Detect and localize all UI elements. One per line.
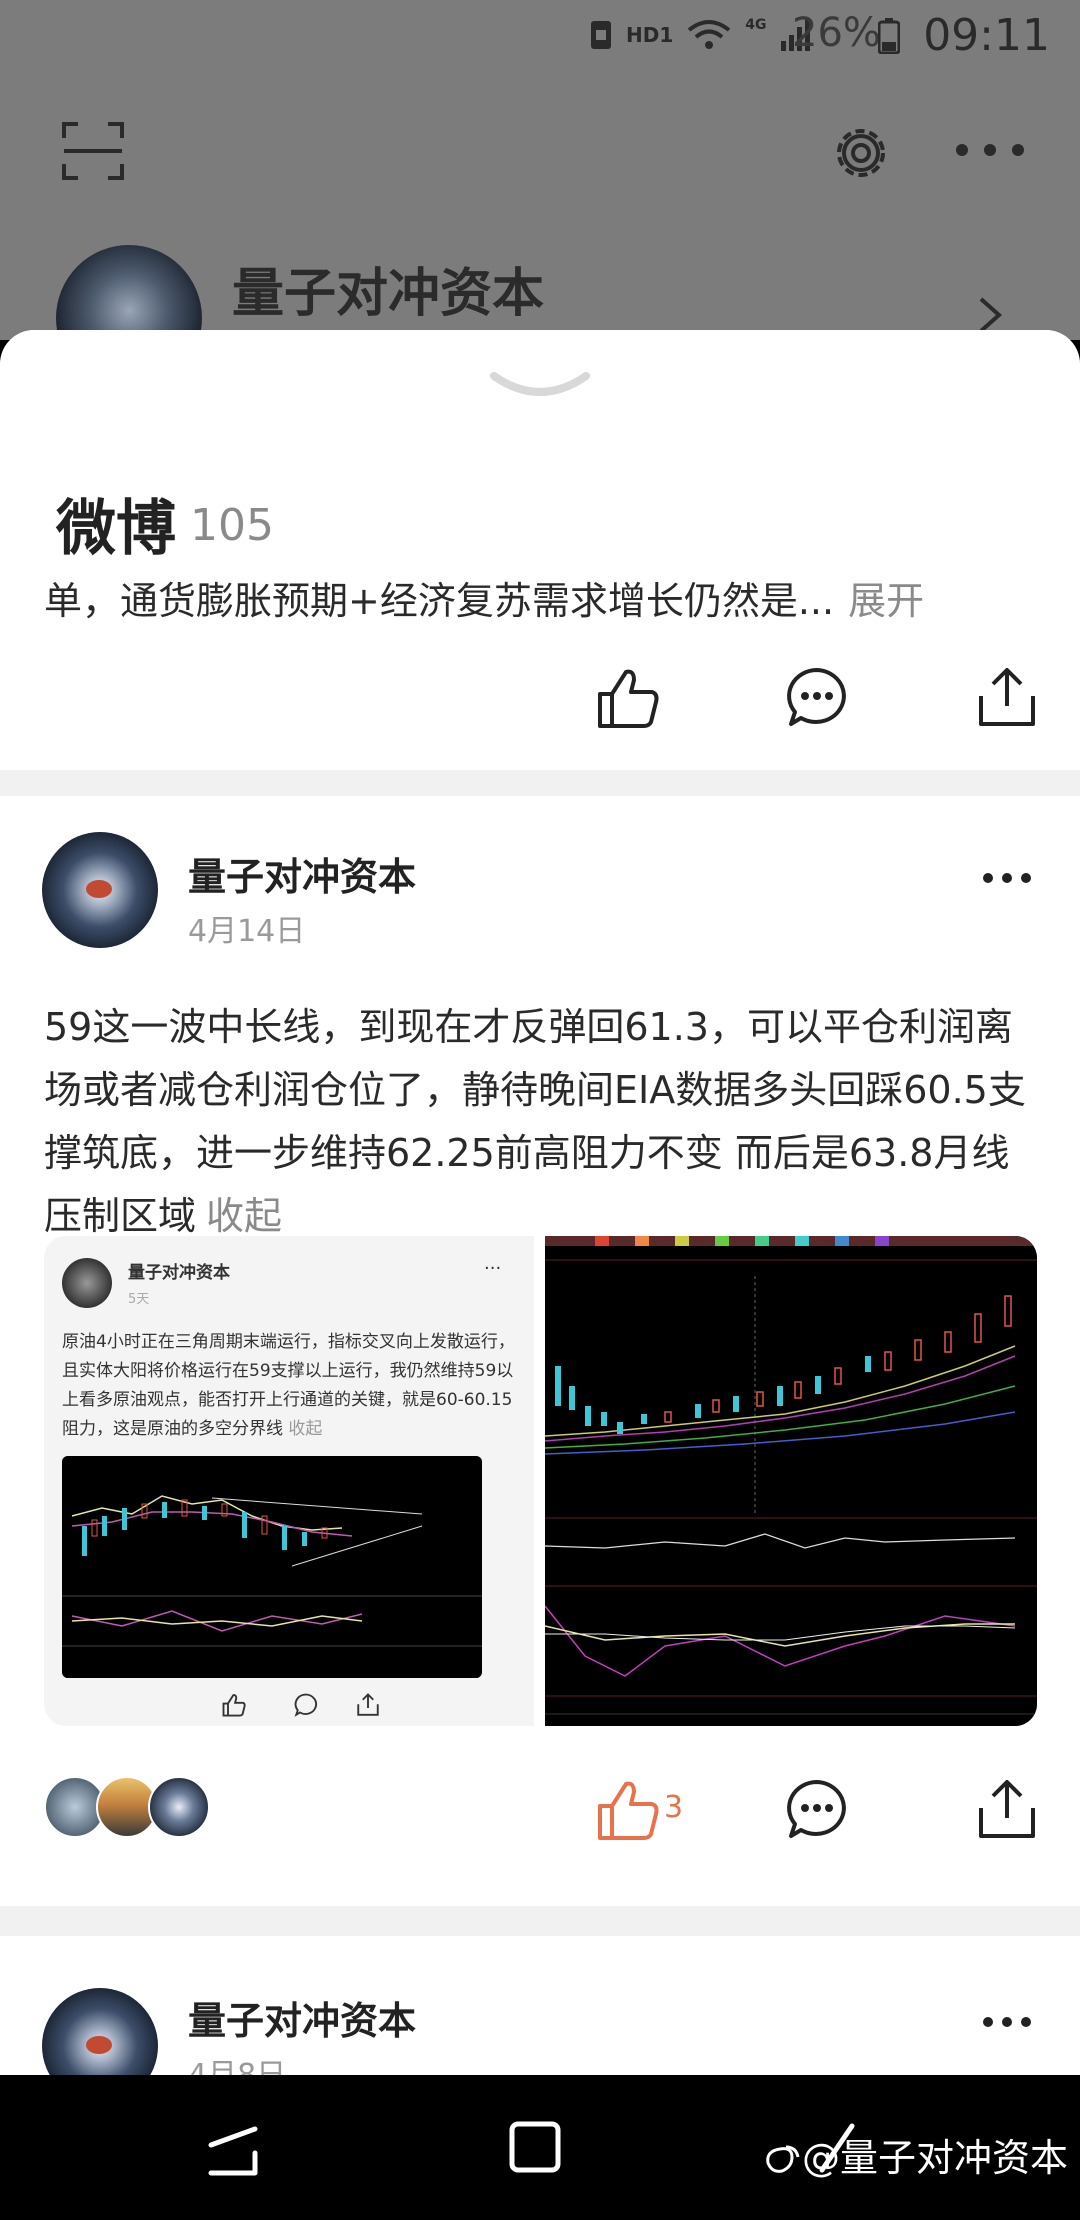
mini-collapse: 收起 — [288, 1419, 323, 1439]
weibo-logo-icon — [766, 2145, 800, 2173]
hd-label: HD1 — [626, 23, 674, 47]
home-icon[interactable] — [508, 2120, 562, 2174]
more-icon[interactable] — [980, 870, 1034, 886]
summary-content: 单，通货膨胀预期+经济复苏需求增长仍然是... — [44, 579, 835, 623]
more-icon[interactable] — [980, 2014, 1034, 2030]
post-body: 59这一波中长线，到现在才反弹回61.3，可以平仓利润离场或者减仓利润仓位了，静… — [44, 1005, 1026, 1238]
share-icon — [357, 1693, 379, 1716]
battery-percent: 26% — [792, 10, 881, 56]
mini-text: 原油4小时正在三角周期末端运行，指标交叉向上发散运行，且实体大阳将价格运行在59… — [62, 1328, 522, 1444]
avatar[interactable] — [42, 1988, 158, 2075]
like-icon[interactable] — [596, 1778, 660, 1842]
clock: 09:11 — [923, 10, 1050, 61]
more-icon[interactable] — [950, 138, 1030, 162]
mini-date: 5天 — [128, 1292, 150, 1307]
mini-more: ··· — [484, 1258, 502, 1279]
candlestick-chart-thumbnail — [62, 1456, 482, 1678]
recent-apps-icon[interactable] — [205, 2123, 263, 2181]
mini-avatar — [62, 1258, 112, 1308]
bottom-sheet: 微博 105 单，通货膨胀预期+经济复苏需求增长仍然是... 展开 量子对冲资本 — [0, 330, 1080, 2075]
share-icon[interactable] — [975, 1778, 1039, 1842]
comment-icon[interactable] — [785, 666, 849, 730]
sim-card-icon — [591, 21, 611, 49]
comment-icon[interactable] — [785, 1778, 849, 1842]
post-date: 4月14日 — [188, 914, 306, 949]
post-image-left[interactable]: 量子对冲资本 5天 ··· 原油4小时正在三角周期末端运行，指标交叉向上发散运行… — [44, 1236, 534, 1726]
chevron-right-icon[interactable] — [975, 295, 1005, 335]
comment-icon — [294, 1693, 317, 1717]
post-image-right[interactable] — [545, 1236, 1037, 1726]
next-post-card: 量子对冲资本 4月8日 — [0, 1936, 1080, 2075]
profile-name: 量子对冲资本 — [232, 264, 545, 324]
top-bar — [0, 110, 1080, 190]
liker-avatars[interactable] — [44, 1776, 224, 1840]
post-card: 量子对冲资本 4月14日 59这一波中长线，到现在才反弹回61.3，可以平仓利润… — [0, 796, 1080, 1906]
share-icon[interactable] — [975, 666, 1039, 730]
gear-icon[interactable] — [828, 120, 894, 186]
summary-text: 单，通货膨胀预期+经济复苏需求增长仍然是... 展开 — [44, 570, 924, 625]
avatar[interactable] — [42, 832, 158, 948]
post-author[interactable]: 量子对冲资本 — [188, 1990, 416, 2045]
navigation-bar: @量子对冲资本 — [0, 2075, 1080, 2220]
wifi-icon — [688, 20, 731, 49]
avatar — [148, 1776, 210, 1838]
post-text: 59这一波中长线，到现在才反弹回61.3，可以平仓利润离场或者减仓利润仓位了，静… — [44, 996, 1044, 1248]
network-label: 4G — [745, 17, 767, 33]
battery-icon — [878, 18, 900, 54]
status-icons: HD1 4G — [590, 17, 811, 52]
scan-icon[interactable] — [62, 120, 124, 182]
like-count: 3 — [664, 1790, 684, 1825]
post-author[interactable]: 量子对冲资本 — [188, 846, 416, 901]
like-icon[interactable] — [596, 666, 660, 730]
post-count: 105 — [190, 500, 274, 551]
watermark: @量子对冲资本 — [762, 2127, 1068, 2182]
post-date: 4月8日 — [188, 2050, 286, 2075]
section-title: 微博 — [56, 494, 176, 564]
mini-actions — [44, 1691, 534, 1721]
collapse-link[interactable]: 收起 — [206, 1194, 282, 1238]
like-icon — [222, 1694, 246, 1717]
expand-link[interactable]: 展开 — [848, 579, 924, 623]
collapse-handle-icon[interactable] — [490, 370, 590, 406]
dimmed-background: HD1 4G 26% 09:11 量子对冲资本 — [0, 0, 1080, 391]
weibo-summary-card: 微博 105 单，通货膨胀预期+经济复苏需求增长仍然是... 展开 — [0, 330, 1080, 770]
watermark-text: @量子对冲资本 — [802, 2136, 1069, 2180]
mini-author: 量子对冲资本 — [128, 1263, 230, 1283]
status-bar: HD1 4G 26% 09:11 — [0, 0, 1080, 72]
